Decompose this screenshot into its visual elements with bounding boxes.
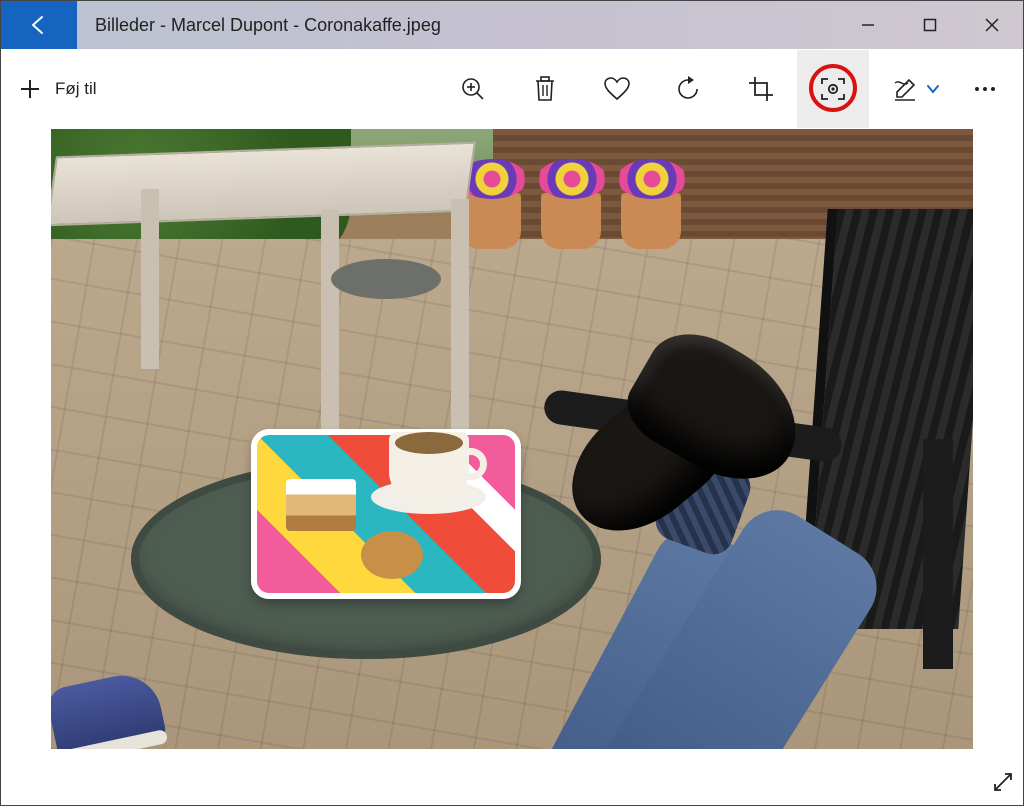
more-button[interactable] [957, 50, 1013, 128]
toolbar: Føj til [1, 49, 1023, 129]
crop-icon [748, 76, 774, 102]
maximize-button[interactable] [899, 1, 961, 49]
heart-icon [603, 76, 631, 102]
title-bar: Billeder - Marcel Dupont - Coronakaffe.j… [1, 1, 1023, 49]
add-to-label: Føj til [55, 79, 97, 99]
more-dots-icon [973, 85, 997, 93]
photo-coffee-cup [371, 419, 486, 514]
crop-button[interactable] [725, 50, 797, 128]
rotate-button[interactable] [653, 50, 725, 128]
photo-cake [286, 479, 356, 531]
close-button[interactable] [961, 1, 1023, 49]
photo-umbrella-base [331, 259, 441, 299]
edit-draw-icon [893, 77, 919, 101]
minimize-icon [861, 18, 875, 32]
minimize-button[interactable] [837, 1, 899, 49]
rotate-icon [675, 76, 703, 102]
zoom-button[interactable] [437, 50, 509, 128]
chevron-down-icon [925, 81, 941, 97]
photo-cookie [361, 531, 423, 579]
trash-icon [533, 76, 557, 102]
edit-menu[interactable] [869, 77, 957, 101]
content-area [1, 129, 1023, 789]
window-controls [837, 1, 1023, 49]
plus-icon [19, 78, 41, 100]
zoom-in-icon [460, 76, 486, 102]
resize-diagonal-icon [990, 769, 1016, 795]
close-icon [985, 18, 999, 32]
visual-search-icon [819, 75, 847, 103]
back-arrow-icon [27, 13, 51, 37]
photo-chair-and-person [573, 209, 973, 749]
photo-viewport[interactable] [51, 129, 973, 749]
window-title: Billeder - Marcel Dupont - Coronakaffe.j… [77, 1, 837, 49]
visual-search-button[interactable] [797, 50, 869, 128]
delete-button[interactable] [509, 50, 581, 128]
photo-other-foot [51, 629, 171, 749]
maximize-icon [923, 18, 937, 32]
back-button[interactable] [1, 1, 77, 49]
add-to-button[interactable]: Føj til [11, 72, 105, 106]
favorite-button[interactable] [581, 50, 653, 128]
resize-handle[interactable] [990, 769, 1016, 800]
